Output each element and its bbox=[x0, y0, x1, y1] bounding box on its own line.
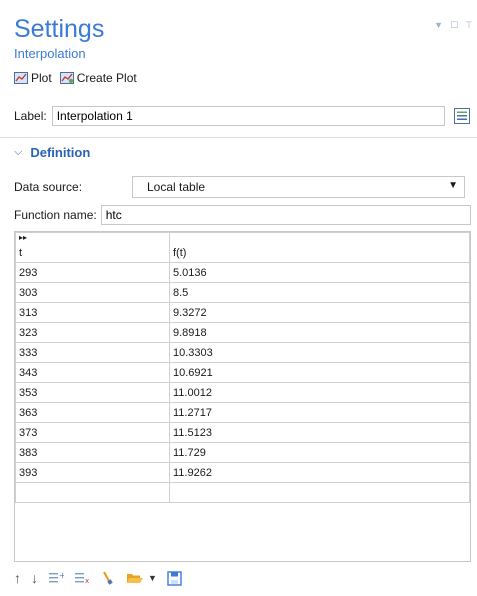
divider bbox=[0, 137, 477, 138]
table-toolbar: ↑ ↓ + x ▼ bbox=[14, 570, 182, 586]
table-cell[interactable]: 11.9262 bbox=[169, 462, 470, 483]
plot-label: Plot bbox=[31, 71, 52, 85]
page-subtitle: Interpolation bbox=[14, 46, 86, 61]
clear-table-icon[interactable]: x bbox=[74, 571, 90, 585]
save-icon[interactable] bbox=[167, 570, 182, 586]
table-cell[interactable]: 9.8918 bbox=[169, 322, 470, 343]
function-name-label: Function name: bbox=[14, 208, 97, 222]
create-plot-icon bbox=[59, 72, 74, 84]
column-header-t[interactable]: ▸▸ t bbox=[15, 232, 170, 263]
table-row[interactable]: 293 5.0136 bbox=[15, 262, 470, 283]
table-row[interactable]: 323 9.8918 bbox=[15, 322, 470, 343]
dropdown-menu-icon[interactable]: ▼ bbox=[434, 20, 443, 31]
data-source-row: Data source: Local table ▼ bbox=[14, 176, 471, 198]
data-source-label: Data source: bbox=[14, 180, 83, 194]
table-cell[interactable]: 383 bbox=[15, 442, 170, 463]
table-row[interactable]: 343 10.6921 bbox=[15, 362, 470, 383]
interpolation-table: ▸▸ t f(t) 293 5.0136 303 8.5 313 9.3272 323… bbox=[14, 231, 471, 562]
svg-text:+: + bbox=[59, 571, 64, 580]
table-cell[interactable]: 10.3303 bbox=[169, 342, 470, 363]
dropdown-arrow-icon: ▼ bbox=[448, 180, 458, 191]
table-cell[interactable]: 363 bbox=[15, 402, 170, 423]
data-source-select[interactable]: Local table ▼ bbox=[132, 176, 465, 198]
create-plot-button[interactable]: Create Plot bbox=[59, 71, 137, 85]
brush-icon[interactable] bbox=[100, 570, 116, 586]
table-row[interactable]: 393 11.9262 bbox=[15, 462, 470, 483]
table-row[interactable]: 353 11.0012 bbox=[15, 382, 470, 403]
function-name-input[interactable] bbox=[100, 205, 471, 225]
table-cell[interactable]: 11.0012 bbox=[169, 382, 470, 403]
table-cell[interactable]: 10.6921 bbox=[169, 362, 470, 383]
folder-open-icon[interactable] bbox=[126, 571, 144, 585]
column-header-ft[interactable]: f(t) bbox=[169, 232, 470, 263]
table-cell[interactable]: 343 bbox=[15, 362, 170, 383]
table-cell[interactable]: 293 bbox=[15, 262, 170, 283]
pin-icon[interactable]: ⊤ bbox=[465, 20, 473, 31]
table-cell[interactable]: 353 bbox=[15, 382, 170, 403]
label-row: Label: bbox=[14, 106, 471, 126]
insert-rows-icon[interactable]: + bbox=[48, 571, 64, 585]
maximize-icon[interactable]: ☐ bbox=[450, 20, 458, 31]
section-title: Definition bbox=[30, 145, 91, 160]
table-cell[interactable]: 11.5123 bbox=[169, 422, 470, 443]
section-definition[interactable]: ⌵ Definition bbox=[14, 145, 90, 160]
table-row[interactable]: 363 11.2717 bbox=[15, 402, 470, 423]
data-source-value: Local table bbox=[147, 180, 206, 194]
label-caption: Label: bbox=[14, 109, 47, 123]
edit-label-icon[interactable] bbox=[453, 107, 471, 125]
chevron-down-icon: ⌵ bbox=[14, 146, 23, 158]
table-row-empty[interactable] bbox=[15, 482, 470, 503]
plot-button[interactable]: Plot bbox=[14, 71, 52, 85]
table-row[interactable]: 303 8.5 bbox=[15, 282, 470, 303]
chevron-down-icon[interactable]: ▼ bbox=[148, 573, 157, 583]
table-cell[interactable]: 8.5 bbox=[169, 282, 470, 303]
table-cell[interactable]: 11.2717 bbox=[169, 402, 470, 423]
page-title: Settings bbox=[14, 15, 105, 43]
table-cell[interactable]: 323 bbox=[15, 322, 170, 343]
arrow-up-icon[interactable]: ↑ bbox=[14, 570, 21, 586]
table-cell[interactable]: 11.729 bbox=[169, 442, 470, 463]
table-cell[interactable]: 9.3272 bbox=[169, 302, 470, 323]
function-name-row: Function name: bbox=[14, 205, 471, 225]
table-cell[interactable]: 393 bbox=[15, 462, 170, 483]
label-input[interactable] bbox=[51, 106, 445, 126]
create-plot-label: Create Plot bbox=[76, 71, 137, 85]
table-cell[interactable]: 313 bbox=[15, 302, 170, 323]
arrow-down-icon[interactable]: ↓ bbox=[31, 570, 38, 586]
table-cell[interactable]: 373 bbox=[15, 422, 170, 443]
table-row[interactable]: 373 11.5123 bbox=[15, 422, 470, 443]
plot-icon bbox=[14, 72, 28, 84]
table-header-row: ▸▸ t f(t) bbox=[15, 232, 470, 263]
table-row[interactable]: 313 9.3272 bbox=[15, 302, 470, 323]
table-cell[interactable]: 333 bbox=[15, 342, 170, 363]
window-controls: ▼ ☐ ⊤ bbox=[434, 20, 473, 31]
table-cell[interactable] bbox=[169, 482, 470, 503]
settings-toolbar: Plot Create Plot bbox=[14, 71, 137, 85]
table-cell[interactable]: 5.0136 bbox=[169, 262, 470, 283]
table-cell[interactable]: 303 bbox=[15, 282, 170, 303]
table-cell[interactable] bbox=[15, 482, 170, 503]
table-row[interactable]: 333 10.3303 bbox=[15, 342, 470, 363]
svg-text:x: x bbox=[85, 577, 89, 585]
settings-header: Settings Interpolation bbox=[14, 14, 477, 61]
sort-icon: ▸▸ bbox=[19, 233, 28, 242]
table-row[interactable]: 383 11.729 bbox=[15, 442, 470, 463]
